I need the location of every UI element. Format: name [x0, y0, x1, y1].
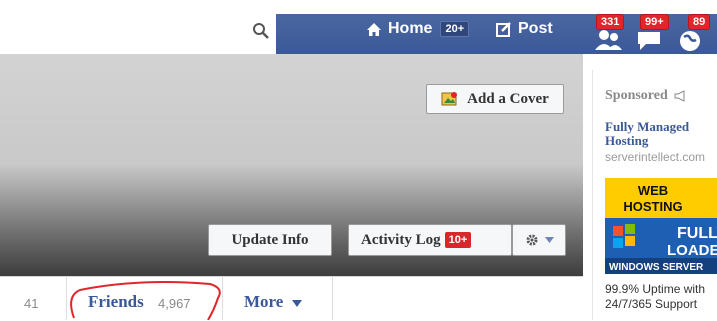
- ad-image[interactable]: WEB HOSTING FULLY LOADED WINDOWS SERVER: [605, 178, 717, 274]
- ad-body-line: 99.9% Uptime with: [605, 282, 706, 296]
- home-icon: [367, 22, 381, 36]
- ad-title-line: Fully Managed: [605, 119, 690, 134]
- add-cover-button[interactable]: Add a Cover: [426, 84, 564, 114]
- ad-body-line: 24/7/365 Support: [605, 297, 698, 311]
- ad-image-text: WEB: [638, 183, 668, 198]
- ad-image-text: LOADED: [667, 242, 717, 259]
- friend-requests-badge: 331: [596, 14, 625, 30]
- hand-drawn-circle-annotation: [70, 281, 221, 320]
- activity-log-badge: 10+: [444, 232, 472, 248]
- friend-requests-icon[interactable]: [594, 28, 624, 52]
- photo-icon: [441, 92, 458, 106]
- chevron-down-icon: [291, 299, 302, 307]
- chevron-down-icon: [544, 237, 554, 243]
- nav-home-link[interactable]: Home 20+: [366, 20, 470, 38]
- ad-image-text: HOSTING: [623, 199, 682, 214]
- ad-image-text: FULLY: [677, 225, 717, 242]
- search-input[interactable]: [30, 14, 276, 54]
- tab-divider: [332, 276, 333, 320]
- sponsored-sidebar: Sponsored Fully Managed Hosting serverin…: [592, 70, 717, 320]
- sponsored-heading: Sponsored: [605, 88, 688, 104]
- gear-icon: [526, 234, 537, 246]
- settings-dropdown-button[interactable]: [512, 224, 566, 256]
- messages-badge: 99+: [640, 14, 669, 30]
- topbar-left-gap: [0, 0, 30, 54]
- previous-tab-count: 41: [24, 296, 39, 311]
- edit-icon: [496, 22, 511, 37]
- ad-body-text: 99.9% Uptime with 24/7/365 Support: [605, 282, 705, 312]
- ad-image-text: WINDOWS SERVER: [609, 262, 704, 273]
- update-info-button[interactable]: Update Info: [208, 224, 332, 256]
- messages-icon[interactable]: [636, 28, 666, 52]
- nav-post-link[interactable]: Post: [496, 20, 553, 38]
- add-cover-label: Add a Cover: [467, 90, 549, 107]
- ad-domain: serverintellect.com: [605, 150, 706, 164]
- home-count-badge: 20+: [440, 21, 470, 37]
- activity-log-label: Activity Log: [361, 231, 441, 248]
- tab-more[interactable]: More: [244, 292, 302, 312]
- post-label: Post: [518, 20, 553, 37]
- search-icon[interactable]: [252, 22, 270, 40]
- ad-title-line: Hosting: [605, 133, 649, 148]
- sponsored-label: Sponsored: [605, 88, 668, 103]
- megaphone-icon: [674, 89, 685, 102]
- home-label: Home: [388, 20, 433, 37]
- notifications-globe-icon[interactable]: [676, 28, 706, 52]
- ad-title-link[interactable]: Fully Managed Hosting: [605, 120, 689, 148]
- activity-log-button[interactable]: Activity Log 10+: [348, 224, 512, 256]
- update-info-label: Update Info: [231, 231, 309, 248]
- notifications-badge: 89: [688, 14, 711, 30]
- more-label: More: [244, 292, 284, 311]
